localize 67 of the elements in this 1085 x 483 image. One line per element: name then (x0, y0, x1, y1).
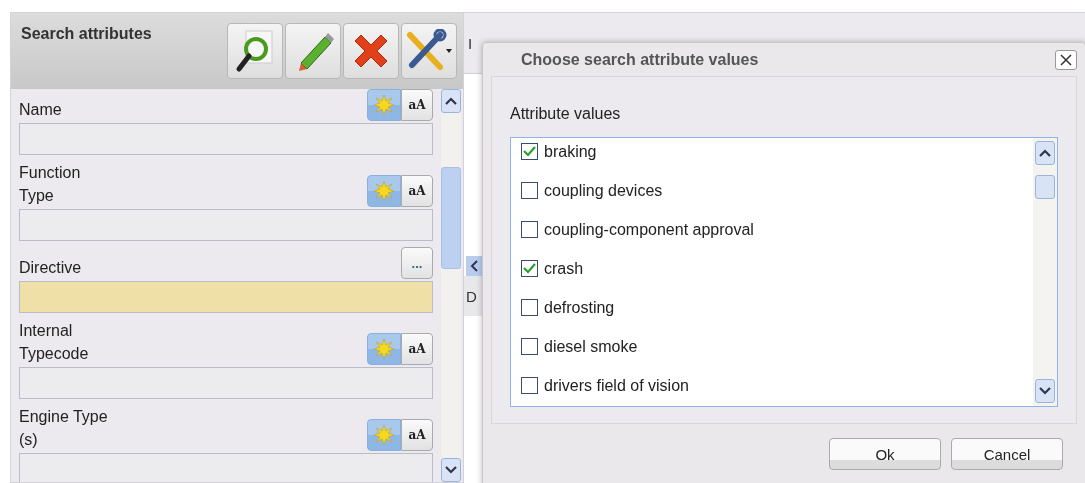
dialog-button[interactable]: Ok (829, 438, 941, 470)
scroll-down-button[interactable] (441, 458, 461, 482)
checkbox[interactable] (521, 221, 538, 238)
scroll-thumb[interactable] (441, 167, 461, 269)
check-icon (523, 263, 536, 274)
case-toggle[interactable]: aA (401, 419, 433, 451)
scroll-down-button[interactable] (1035, 379, 1055, 403)
input-field[interactable] (19, 209, 433, 241)
sun-icon (374, 339, 394, 359)
list-item-label[interactable]: defrosting (544, 298, 615, 317)
panel-title: Search attributes (21, 25, 152, 44)
search-icon (234, 29, 276, 73)
collapse-button[interactable] (466, 256, 482, 276)
list-item-label[interactable]: diesel smoke (544, 337, 638, 356)
checkbox[interactable] (521, 299, 538, 316)
field-label: Engine Type (s) (19, 407, 108, 450)
list-item-label[interactable]: crash (544, 259, 584, 278)
input-field[interactable] (19, 367, 433, 399)
close-button[interactable] (1055, 49, 1077, 70)
checkbox[interactable] (521, 260, 538, 277)
wildcard-toggle[interactable] (367, 333, 401, 365)
checkbox[interactable] (521, 338, 538, 355)
input-field[interactable] (19, 281, 433, 313)
search-button[interactable] (227, 23, 283, 79)
tools-icon (404, 29, 454, 73)
field-label: Internal Typecode (19, 321, 89, 364)
dialog-button[interactable]: Cancel (951, 438, 1063, 470)
checkbox[interactable] (521, 377, 538, 394)
case-toggle[interactable]: aA (401, 175, 433, 207)
scrollbar[interactable] (1033, 138, 1057, 406)
sun-icon (374, 181, 394, 201)
wildcard-toggle[interactable] (367, 89, 401, 121)
table-cell: D (466, 287, 477, 305)
scroll-thumb[interactable] (1035, 175, 1055, 199)
chevron-down-icon (1039, 387, 1051, 395)
field-label: Name (19, 100, 62, 120)
dialog-title: Choose search attribute values (521, 50, 759, 69)
input-field[interactable] (19, 453, 433, 482)
checkbox[interactable] (521, 182, 538, 199)
case-toggle[interactable]: aA (401, 333, 433, 365)
tools-button[interactable] (401, 23, 457, 79)
wildcard-toggle[interactable] (367, 175, 401, 207)
chevron-up-icon (445, 97, 457, 105)
check-icon (523, 146, 536, 157)
picker-button[interactable]: ... (401, 247, 433, 279)
chevron-left-icon (470, 260, 478, 272)
scroll-up-button[interactable] (1035, 141, 1055, 165)
sun-icon (374, 425, 394, 445)
chevron-up-icon (1039, 149, 1051, 157)
close-icon (1060, 53, 1072, 66)
list-item-label[interactable]: coupling-component approval (544, 220, 754, 239)
list-label: Attribute values (510, 105, 622, 123)
input-field[interactable] (19, 123, 433, 155)
list-item-label[interactable]: coupling devices (544, 181, 663, 200)
list-item-label[interactable]: drivers field of vision (544, 376, 689, 395)
column-header[interactable]: I (468, 34, 473, 52)
checkbox[interactable] (521, 143, 538, 160)
case-toggle[interactable]: aA (401, 89, 433, 121)
list-item-label[interactable]: braking (544, 142, 597, 161)
sun-icon (374, 95, 394, 115)
delete-button[interactable] (343, 23, 399, 79)
field-label: Directive (19, 258, 82, 278)
scrollbar[interactable] (441, 89, 461, 482)
chevron-down-icon (445, 466, 457, 474)
scroll-up-button[interactable] (441, 89, 461, 113)
field-label: Function Type (19, 163, 81, 206)
wildcard-toggle[interactable] (367, 419, 401, 451)
